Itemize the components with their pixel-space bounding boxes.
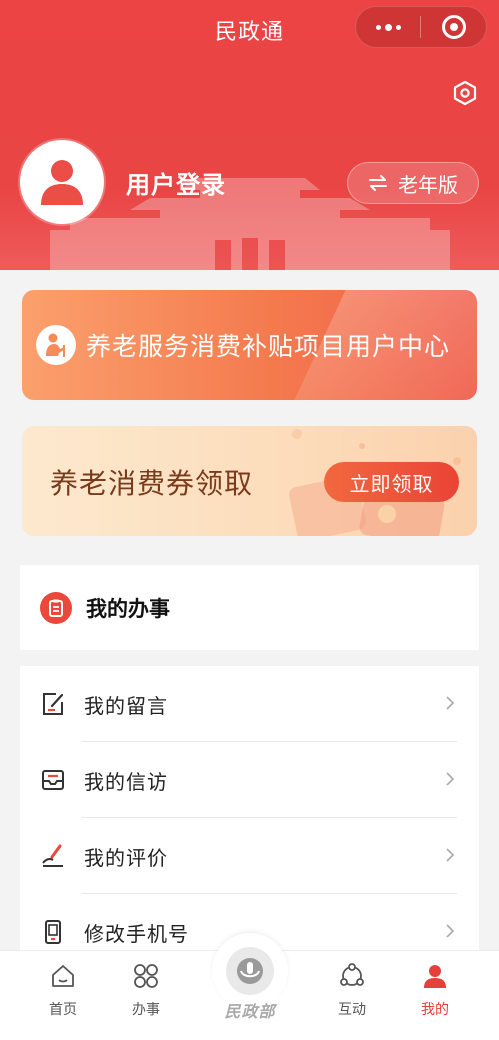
chevron-right-icon — [446, 772, 455, 786]
chevron-right-icon — [446, 924, 455, 938]
login-link[interactable]: 用户登录 — [126, 165, 226, 200]
voucher-title: 养老消费券领取 — [50, 467, 254, 500]
my-affairs-section: 我的办事 — [20, 565, 479, 650]
menu-label: 我的留言 — [84, 693, 168, 718]
subsidy-center-banner[interactable]: 养老服务消费补贴项目用户中心 — [22, 290, 477, 400]
switch-arrows-icon — [369, 175, 387, 191]
target-close-icon — [441, 15, 466, 39]
affairs-menu-list: 我的留言 我的信访 我的评价 修改手机号 — [20, 666, 479, 966]
elder-person-icon — [36, 325, 76, 365]
tab-label: 我的 — [421, 1002, 449, 1018]
avatar[interactable] — [20, 140, 104, 224]
chevron-right-icon — [446, 848, 455, 862]
voucher-banner[interactable]: 养老消费券领取 立即领取 — [22, 426, 477, 536]
tab-label: 办事 — [132, 1002, 160, 1018]
menu-item-my-messages[interactable]: 我的留言 — [20, 666, 479, 742]
menu-label: 我的信访 — [84, 769, 168, 794]
section-title: 我的办事 — [86, 596, 170, 621]
clipboard-icon — [40, 591, 72, 624]
tab-mine[interactable]: 我的 — [395, 961, 475, 1019]
profile-header: 民政通 用户登录 老年版 — [0, 0, 499, 270]
rating-pen-icon — [38, 841, 68, 871]
edit-message-icon — [38, 689, 68, 719]
menu-item-my-reviews[interactable]: 我的评价 — [20, 818, 479, 894]
tab-label: 首页 — [49, 1002, 77, 1018]
settings-hexagon-icon[interactable] — [452, 80, 478, 106]
chevron-right-icon — [446, 696, 455, 710]
tab-interact[interactable]: 互动 — [312, 961, 392, 1019]
claim-voucher-button[interactable]: 立即领取 — [324, 462, 459, 502]
user-profile-icon — [395, 961, 475, 991]
interaction-nodes-icon — [312, 961, 392, 991]
tab-services[interactable]: 办事 — [106, 961, 186, 1019]
menu-label: 我的评价 — [84, 845, 168, 870]
phone-icon — [38, 917, 68, 947]
tab-label: 互动 — [338, 1002, 366, 1018]
menu-label: 修改手机号 — [84, 921, 189, 946]
more-menu-button[interactable] — [356, 7, 420, 47]
tab-home[interactable]: 首页 — [23, 961, 103, 1019]
elder-mode-label: 老年版 — [398, 172, 458, 197]
grid-apps-icon — [106, 961, 186, 991]
bottom-tab-bar: 首页 办事 民政部 互动 我的 — [0, 933, 499, 1040]
home-icon — [23, 961, 103, 991]
ministry-emblem-icon — [226, 947, 274, 995]
ministry-label: 民政部 — [224, 1002, 276, 1021]
user-avatar-icon — [41, 160, 83, 205]
miniprogram-capsule — [355, 6, 487, 48]
inbox-tray-icon — [38, 765, 68, 795]
close-miniprogram-button[interactable] — [421, 15, 486, 39]
elder-mode-button[interactable]: 老年版 — [347, 162, 479, 204]
menu-item-my-petitions[interactable]: 我的信访 — [20, 742, 479, 818]
